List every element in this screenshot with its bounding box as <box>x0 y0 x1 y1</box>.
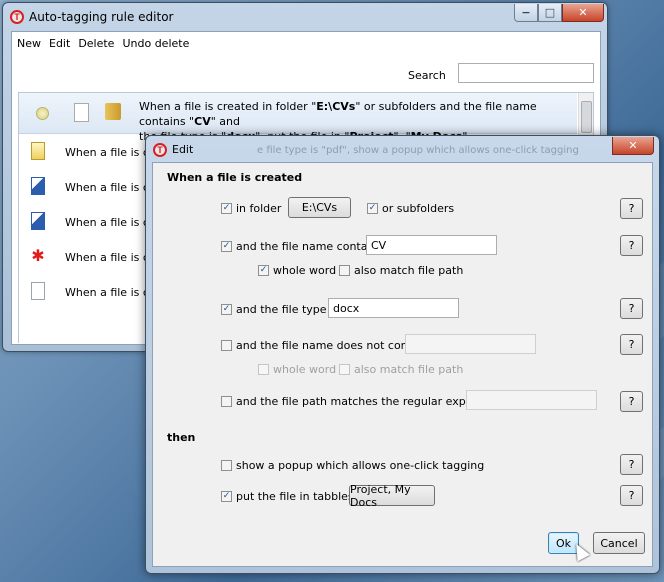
background-rule-text: e file type is "pdf", show a popup which… <box>257 145 579 156</box>
file-type-checkbox[interactable]: ✓ <box>221 304 232 315</box>
match-path-label: also match file path <box>354 264 464 277</box>
name-contains-input[interactable]: CV <box>366 235 497 255</box>
in-folder-checkbox[interactable]: ✓ <box>221 203 232 214</box>
search-label: Search <box>408 69 446 82</box>
rule-text: When a file is created in folder " <box>139 100 317 113</box>
rule-text: " and <box>210 115 240 128</box>
pdf-file-icon <box>31 142 45 160</box>
popup-label: show a popup which allows one-click tagg… <box>236 459 485 472</box>
blank-file-icon <box>74 103 89 122</box>
put-file-label: put the file in tabbles: <box>236 490 358 503</box>
help-button[interactable]: ? <box>620 391 643 412</box>
rule-name: CV <box>194 115 211 128</box>
section-then: then <box>167 431 196 444</box>
whole-word-label: whole word <box>273 264 337 277</box>
not-contain-checkbox[interactable] <box>221 340 232 351</box>
match-path-2-label: also match file path <box>354 363 464 376</box>
rule-row[interactable]: When a file is creat <box>19 205 171 239</box>
circle-icon <box>36 107 49 120</box>
match-path-2-checkbox[interactable] <box>339 364 350 375</box>
cancel-button[interactable]: Cancel <box>593 532 645 554</box>
help-button[interactable]: ? <box>620 334 643 355</box>
popup-checkbox[interactable] <box>221 460 232 471</box>
not-contain-input[interactable] <box>405 334 536 354</box>
dialog-close-button[interactable]: ✕ <box>612 137 654 155</box>
red-star-file-icon: ✱ <box>31 246 45 265</box>
word-doc-icon <box>31 212 45 230</box>
word-doc-icon <box>31 177 45 195</box>
menu-bar: New Edit Delete Undo delete <box>16 37 190 50</box>
help-button[interactable]: ? <box>620 485 643 506</box>
subfolders-checkbox[interactable]: ✓ <box>367 203 378 214</box>
edit-dialog: T Edit e file type is "pdf", show a popu… <box>145 135 660 574</box>
help-button[interactable]: ? <box>620 235 643 256</box>
close-button[interactable]: ✕ <box>562 4 604 22</box>
blank-file-icon <box>31 282 45 300</box>
menu-delete[interactable]: Delete <box>77 37 115 50</box>
maximize-button[interactable]: □ <box>538 4 562 22</box>
regex-label: and the file path matches the regular ex… <box>236 395 505 408</box>
dialog-title: Edit <box>172 143 194 156</box>
scrollbar-thumb[interactable] <box>581 101 592 133</box>
rule-row[interactable]: ✱ When a file is creat <box>19 240 171 274</box>
rule-folder: E:\CVs <box>316 100 356 113</box>
rule-row[interactable]: When a file is creat <box>19 170 171 204</box>
not-contain-label: and the file name does not contain <box>236 339 429 352</box>
tabbles-logo-icon: T <box>10 10 24 24</box>
put-file-checkbox[interactable]: ✓ <box>221 491 232 502</box>
rule-row[interactable]: When a file is creat <box>19 135 171 169</box>
menu-new[interactable]: New <box>16 37 42 50</box>
help-button[interactable]: ? <box>620 454 643 475</box>
tabbles-logo-icon: T <box>153 143 167 157</box>
whole-word-checkbox[interactable]: ✓ <box>258 265 269 276</box>
match-path-checkbox[interactable] <box>339 265 350 276</box>
whole-word-2-checkbox[interactable] <box>258 364 269 375</box>
tabbles-button[interactable]: Project, My Docs <box>349 483 435 509</box>
help-button[interactable]: ? <box>620 298 643 319</box>
minimize-button[interactable]: − <box>514 4 538 22</box>
section-when: When a file is created <box>167 171 303 184</box>
help-button[interactable]: ? <box>620 198 643 219</box>
name-contains-label: and the file name contains <box>236 240 384 253</box>
rule-row[interactable]: When a file is creat <box>19 275 171 309</box>
regex-checkbox[interactable] <box>221 396 232 407</box>
regex-input[interactable] <box>466 390 597 410</box>
window-title: Auto-tagging rule editor <box>29 10 174 24</box>
rule-row-selected[interactable]: When a file is created in folder "E:\CVs… <box>19 93 577 143</box>
menu-undo-delete[interactable]: Undo delete <box>121 37 190 50</box>
file-type-label: and the file type is <box>236 303 339 316</box>
subfolders-label: or subfolders <box>382 202 455 215</box>
dialog-client-area: When a file is created ✓ in folder E:\CV… <box>152 162 653 567</box>
name-contains-checkbox[interactable]: ✓ <box>221 241 232 252</box>
folder-button[interactable]: E:\CVs <box>288 197 351 218</box>
search-input[interactable] <box>458 63 594 83</box>
file-type-input[interactable]: docx <box>328 298 459 318</box>
folder-icon <box>105 103 121 120</box>
in-folder-label: in folder <box>236 202 282 215</box>
whole-word-2-label: whole word <box>273 363 337 376</box>
menu-edit[interactable]: Edit <box>48 37 71 50</box>
